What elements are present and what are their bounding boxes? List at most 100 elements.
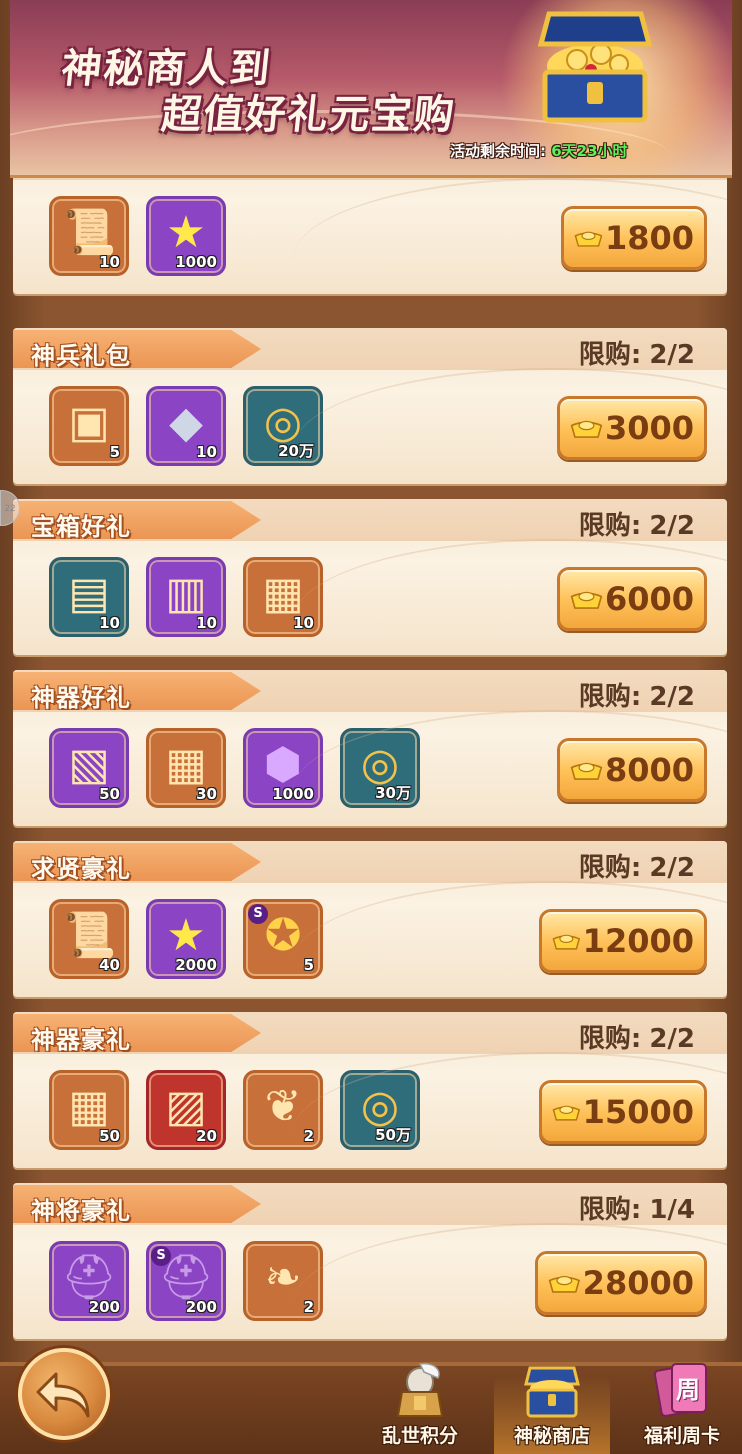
package-name: 神将豪礼 [31,1197,131,1225]
reward-item[interactable]: ▧ 50 [49,728,129,808]
package-list: 超值礼包限购:1/1📜10★10001800神兵礼包限购:2/2▣5◆10◎20… [13,0,727,1345]
buy-button[interactable]: 12000 [539,909,707,973]
reward-item[interactable]: ⛑ 200 [49,1241,129,1321]
scroll-icon: ❦ [264,1081,302,1132]
purchase-limit-label: 限购: [578,1195,642,1225]
reward-item[interactable]: ◎ 50万 [340,1070,420,1150]
purchase-limit: 限购: 2/2 [579,847,695,884]
purchase-limit-value: 2/2 [649,511,695,541]
reward-item[interactable]: ▨ 20 [146,1070,226,1150]
purchase-limit-label: 限购: [578,1024,642,1054]
purchase-limit: 限购: 2/2 [579,505,695,542]
tab-mystery-shop[interactable]: 神秘商店 [494,1366,610,1454]
package-ribbon: 神兵礼包 [13,330,261,368]
item-quantity: 200 [185,1298,217,1316]
timer-label: 活动剩余时间: [450,142,546,160]
gold-ingot-icon [574,231,603,247]
package-ribbon: 神将豪礼 [13,1185,261,1223]
item-quantity: 20 [196,1127,217,1145]
tab-chaos-points-label: 乱世积分 [381,1425,458,1447]
reward-item[interactable]: ★ 2000 [146,899,226,979]
gold-ingot-icon [548,1275,581,1293]
item-quantity: 10 [99,253,120,271]
package-card: 神兵礼包 限购: 2/2 ▣ 5 ◆ 10 ◎ 20万 3000 [13,328,727,484]
gold-ingot-icon [552,934,581,950]
buy-button[interactable]: 3000 [557,396,707,460]
reward-item[interactable]: ▦ 30 [146,728,226,808]
package-header: 求贤豪礼 限购: 2/2 [13,841,727,883]
reward-item[interactable]: 📜 10 [49,196,129,276]
package-card: 神器好礼 限购: 2/2 ▧ 50 ▦ 30 ⬢ 1000 ◎ 30万 8000 [13,670,727,826]
item-quantity: 5 [109,443,120,461]
price-value: 12000 [582,922,694,960]
price-value: 1800 [604,219,694,257]
item-quantity: 10 [99,614,120,632]
purchase-limit: 限购: 1/4 [579,1189,695,1226]
buy-button[interactable]: 1800 [561,206,707,270]
package-header: 神兵礼包 限购: 2/2 [13,328,727,370]
purchase-limit-label: 限购: [578,511,642,541]
reward-item[interactable]: ▦ 50 [49,1070,129,1150]
package-header: 神器豪礼 限购: 2/2 [13,1012,727,1054]
buy-button[interactable]: 6000 [557,567,707,631]
package-ribbon: 神器豪礼 [13,1014,261,1052]
reward-item[interactable]: ▦ 10 [243,557,323,637]
reward-item[interactable]: ✪ S 5 [243,899,323,979]
tab-weekly-card[interactable]: 周 福利周卡 [624,1363,740,1454]
warrior-icon [396,1362,444,1417]
reward-item[interactable]: ◎ 20万 [243,386,323,466]
rarity-badge: S [151,1246,171,1266]
purchase-limit: 限购: 2/2 [579,676,695,713]
reward-item[interactable]: ▤ 10 [49,557,129,637]
item-quantity: 40 [99,956,120,974]
price-value: 6000 [604,580,694,618]
coins-icon: ◎ [360,739,400,790]
countdown-timer: 活动剩余时间: 6天23小时 [450,140,628,161]
package-name: 神器豪礼 [31,1026,131,1054]
event-banner: 神秘商人到 超值好礼元宝购 活动剩余时间: 6天23小时 [10,0,732,178]
tab-chaos-points[interactable]: 乱世积分 [362,1362,478,1454]
package-name: 神器好礼 [31,684,131,712]
purchase-limit-label: 限购: [578,340,642,370]
card-icon-text: 周 [676,1376,700,1404]
package-header: 神器好礼 限购: 2/2 [13,670,727,712]
reward-item[interactable]: ◎ 30万 [340,728,420,808]
buy-button[interactable]: 28000 [535,1251,707,1315]
reward-item[interactable]: ⬢ 1000 [243,728,323,808]
package-name: 求贤豪礼 [31,855,131,883]
red-scroll-icon: ❧ [264,1252,302,1303]
rarity-badge: S [248,904,268,924]
item-quantity: 2 [303,1127,314,1145]
reward-item[interactable]: ◆ 10 [146,386,226,466]
reward-item[interactable]: ★ 1000 [146,196,226,276]
item-quantity: 50 [99,1127,120,1145]
item-quantity: 200 [88,1298,120,1316]
package-name: 宝箱好礼 [31,513,131,541]
gold-ingot-icon [570,420,603,438]
purchase-limit: 限购: 2/2 [579,1018,695,1055]
purchase-limit-value: 2/2 [649,1024,695,1054]
package-card: 神器豪礼 限购: 2/2 ▦ 50 ▨ 20 ❦ 2 ◎ 50万 15000 [13,1012,727,1168]
reward-item[interactable]: ❧ 2 [243,1241,323,1321]
gold-ingot-icon [552,1105,581,1121]
item-quantity: 20万 [278,442,314,460]
timer-value: 6天23小时 [551,142,628,160]
back-arrow-icon [36,1372,90,1418]
buy-button[interactable]: 8000 [557,738,707,802]
item-quantity: 1000 [272,785,314,803]
gold-ingot-icon [570,591,603,609]
reward-item[interactable]: ⛑ S 200 [146,1241,226,1321]
reward-item[interactable]: ❦ 2 [243,1070,323,1150]
buy-button[interactable]: 15000 [539,1080,707,1144]
package-ribbon: 宝箱好礼 [13,501,261,539]
reward-item[interactable]: ▣ 5 [49,386,129,466]
package-header: 宝箱好礼 限购: 2/2 [13,499,727,541]
reward-item[interactable]: 📜 40 [49,899,129,979]
reward-item[interactable]: ▥ 10 [146,557,226,637]
treasure-chest-icon [524,1366,580,1418]
silver-chest-icon: ▦ [262,568,304,619]
purchase-limit-label: 限购: [578,853,642,883]
back-button[interactable] [18,1348,110,1440]
purchase-limit-value: 2/2 [649,340,695,370]
price-value: 8000 [604,751,694,789]
